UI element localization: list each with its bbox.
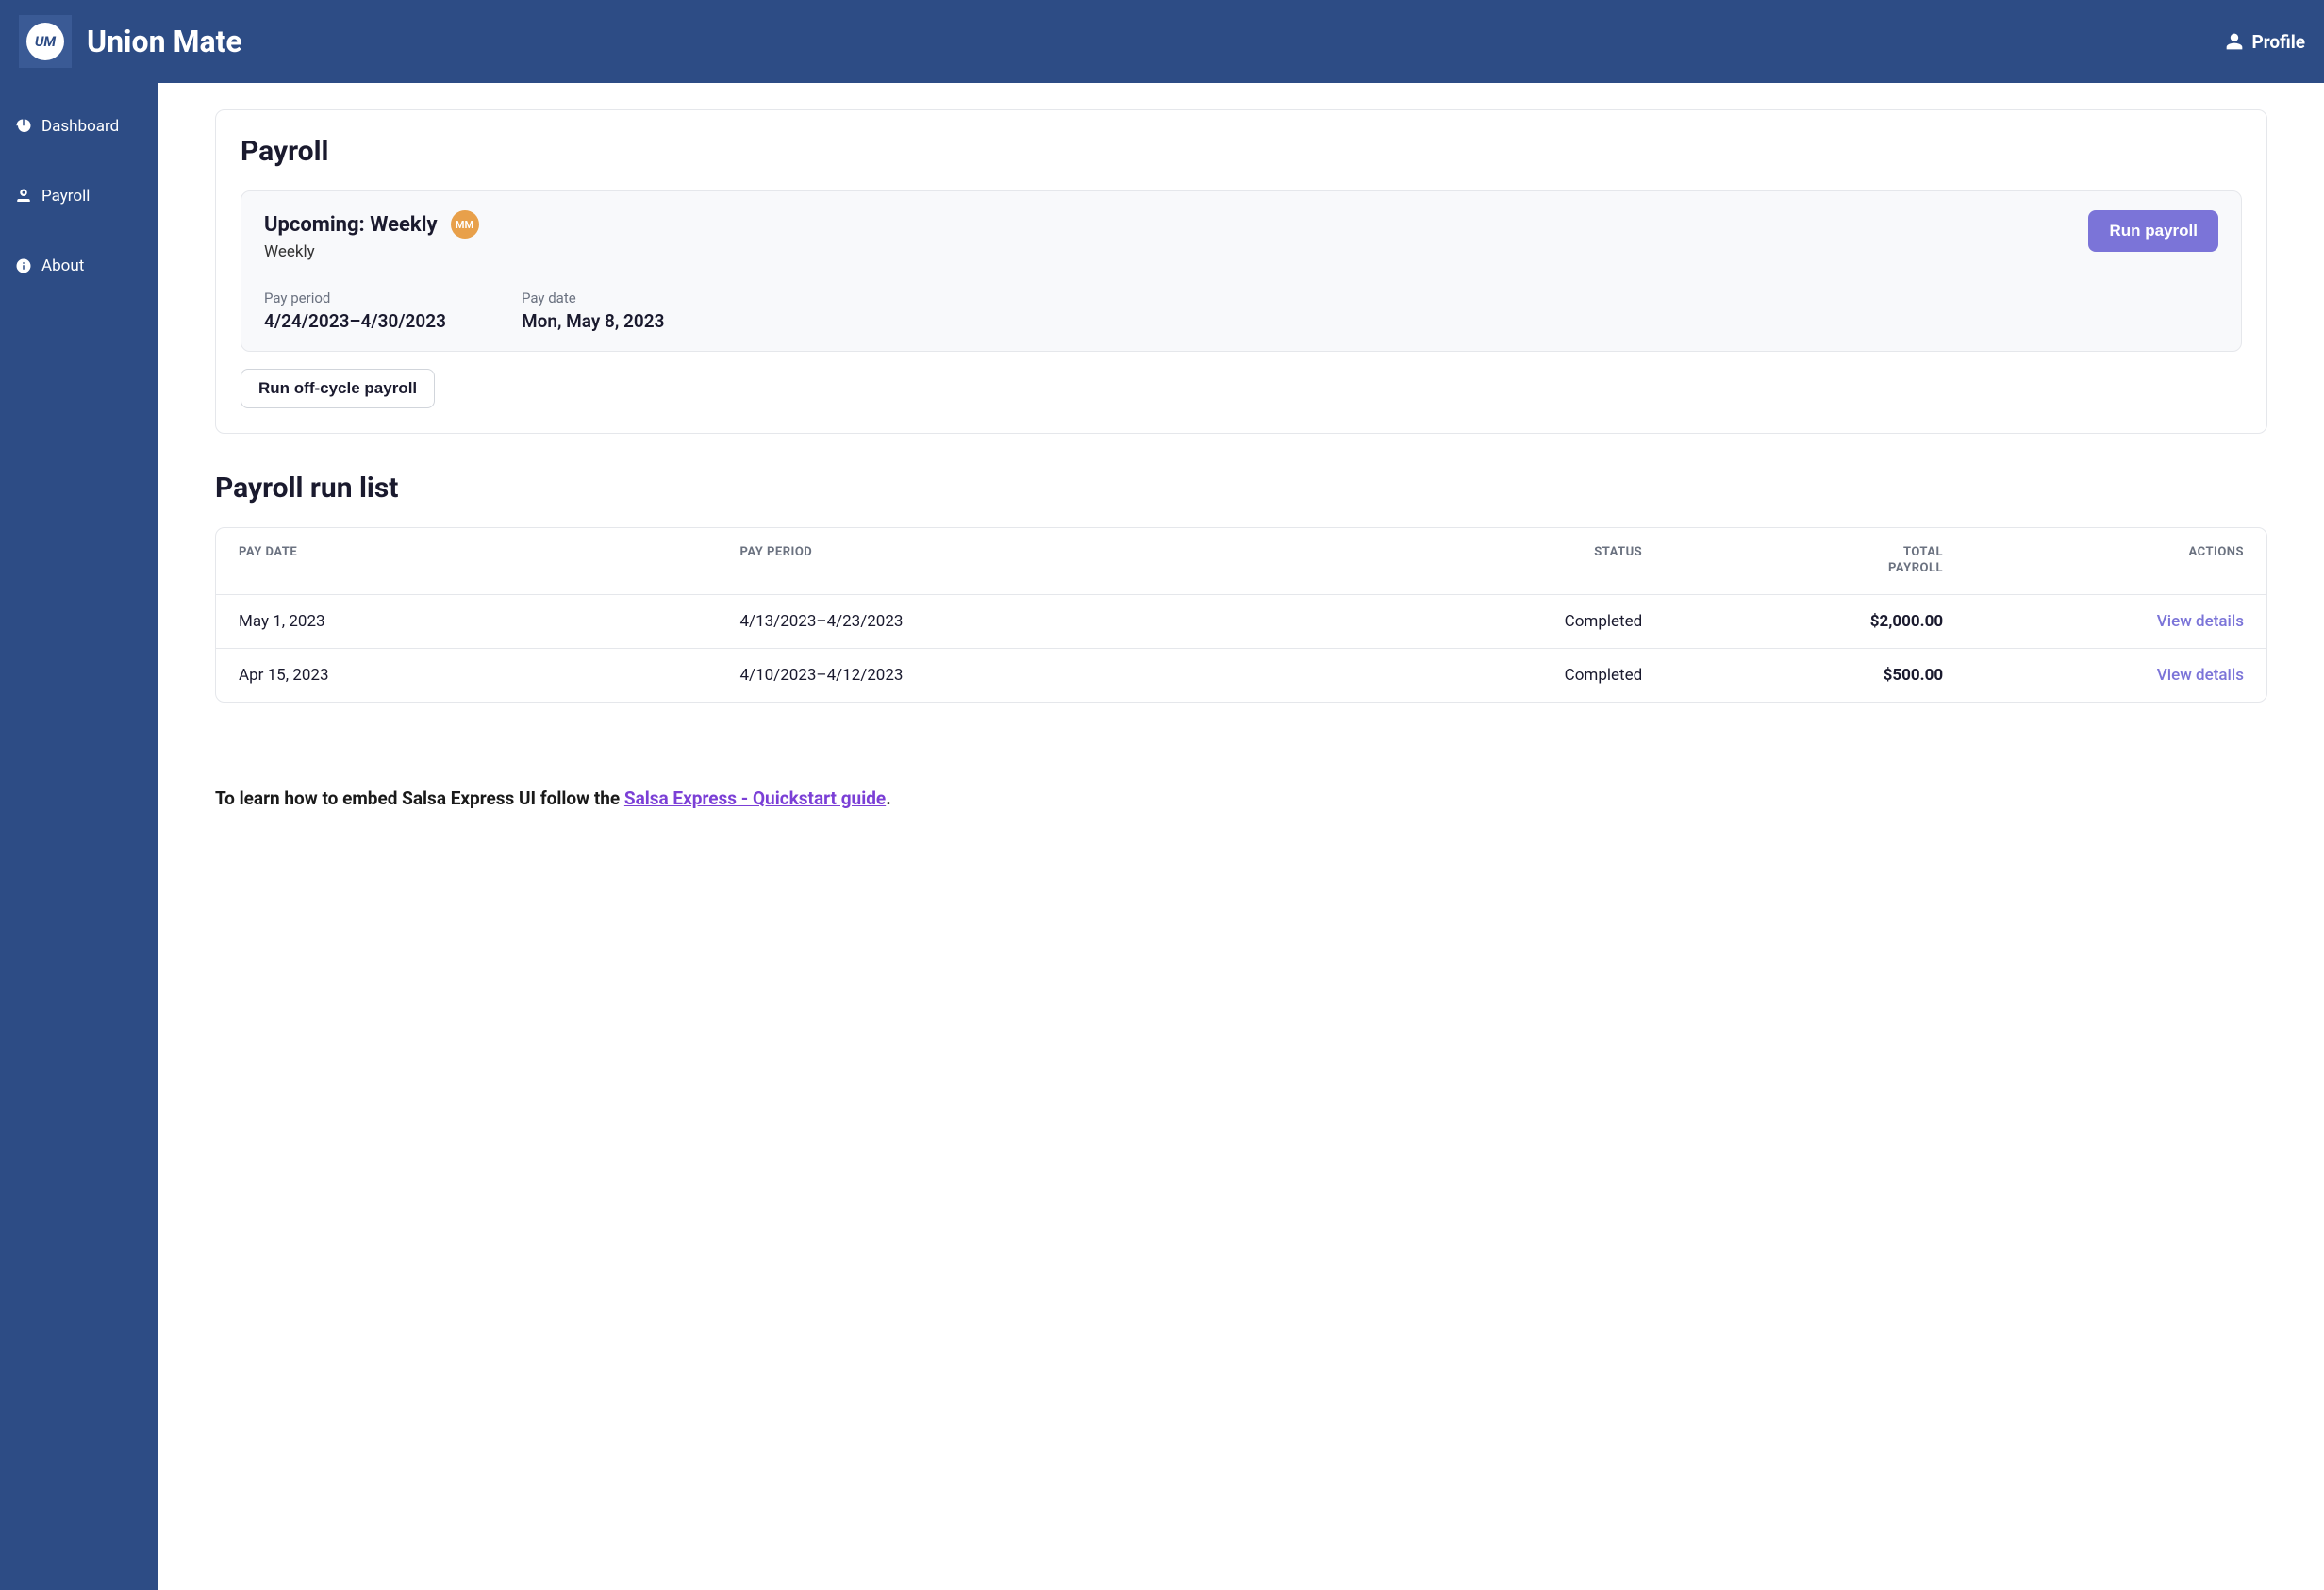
pay-date-block: Pay date Mon, May 8, 2023: [522, 290, 664, 332]
table-header: PAY DATE PAY PERIOD STATUS TOTAL PAYROLL…: [216, 528, 2266, 595]
upcoming-title: Upcoming: Weekly: [264, 213, 438, 237]
upcoming-subtitle: Weekly: [264, 242, 2088, 261]
view-details-link[interactable]: View details: [2157, 666, 2244, 685]
table-row: May 1, 2023 4/13/2023–4/23/2023 Complete…: [216, 595, 2266, 649]
col-header-pay-period: PAY PERIOD: [740, 545, 1342, 577]
payroll-run-table: PAY DATE PAY PERIOD STATUS TOTAL PAYROLL…: [215, 527, 2267, 703]
brand: UM Union Mate: [19, 15, 242, 68]
logo: UM: [19, 15, 72, 68]
sidebar: Dashboard Payroll About: [0, 83, 158, 1590]
run-off-cycle-button[interactable]: Run off-cycle payroll: [241, 369, 435, 408]
upcoming-box: Upcoming: Weekly MM Weekly Pay period 4/…: [241, 190, 2242, 352]
col-header-pay-date: PAY DATE: [239, 545, 740, 577]
pay-date-value: Mon, May 8, 2023: [522, 310, 664, 332]
logo-circle: UM: [26, 23, 64, 60]
view-details-link[interactable]: View details: [2157, 612, 2244, 631]
pay-period-value: 4/24/2023–4/30/2023: [264, 310, 446, 332]
info-icon: [15, 257, 32, 274]
main-content: Payroll Upcoming: Weekly MM Weekly Pay p…: [158, 83, 2324, 1590]
payroll-card: Payroll Upcoming: Weekly MM Weekly Pay p…: [215, 109, 2267, 434]
cell-pay-date: May 1, 2023: [239, 612, 740, 631]
cell-pay-period: 4/13/2023–4/23/2023: [740, 612, 1342, 631]
header: UM Union Mate Profile: [0, 0, 2324, 83]
cell-status: Completed: [1341, 612, 1642, 631]
footer-suffix: .: [886, 787, 891, 809]
upcoming-info: Upcoming: Weekly MM Weekly Pay period 4/…: [264, 210, 2088, 332]
avatar: MM: [451, 210, 479, 239]
profile-link[interactable]: Profile: [2225, 31, 2305, 53]
pay-date-label: Pay date: [522, 290, 664, 306]
cell-status: Completed: [1341, 666, 1642, 685]
page-title: Payroll: [241, 135, 2242, 168]
footer-prefix: To learn how to embed Salsa Express UI f…: [215, 787, 624, 809]
pay-period-label: Pay period: [264, 290, 446, 306]
brand-name: Union Mate: [87, 24, 242, 59]
col-header-status: STATUS: [1341, 545, 1642, 577]
sidebar-item-label: Dashboard: [42, 117, 119, 136]
col-header-actions: ACTIONS: [1943, 545, 2244, 577]
money-icon: [15, 188, 32, 205]
chart-pie-icon: [15, 118, 32, 135]
footer-link[interactable]: Salsa Express - Quickstart guide: [624, 787, 886, 809]
logo-text: UM: [35, 33, 56, 50]
sidebar-item-dashboard[interactable]: Dashboard: [0, 106, 158, 147]
sidebar-item-about[interactable]: About: [0, 245, 158, 287]
run-list-title: Payroll run list: [215, 472, 2267, 505]
cell-total: $500.00: [1642, 666, 1943, 685]
table-row: Apr 15, 2023 4/10/2023–4/12/2023 Complet…: [216, 649, 2266, 702]
run-payroll-button[interactable]: Run payroll: [2088, 210, 2218, 252]
profile-label: Profile: [2251, 31, 2305, 53]
sidebar-item-payroll[interactable]: Payroll: [0, 175, 158, 217]
cell-pay-period: 4/10/2023–4/12/2023: [740, 666, 1342, 685]
footer-text: To learn how to embed Salsa Express UI f…: [215, 787, 2267, 809]
col-header-total: TOTAL PAYROLL: [1642, 545, 1943, 577]
user-icon: [2225, 32, 2244, 51]
cell-total: $2,000.00: [1642, 612, 1943, 631]
cell-pay-date: Apr 15, 2023: [239, 666, 740, 685]
pay-period-block: Pay period 4/24/2023–4/30/2023: [264, 290, 446, 332]
sidebar-item-label: About: [42, 257, 84, 275]
sidebar-item-label: Payroll: [42, 187, 90, 206]
